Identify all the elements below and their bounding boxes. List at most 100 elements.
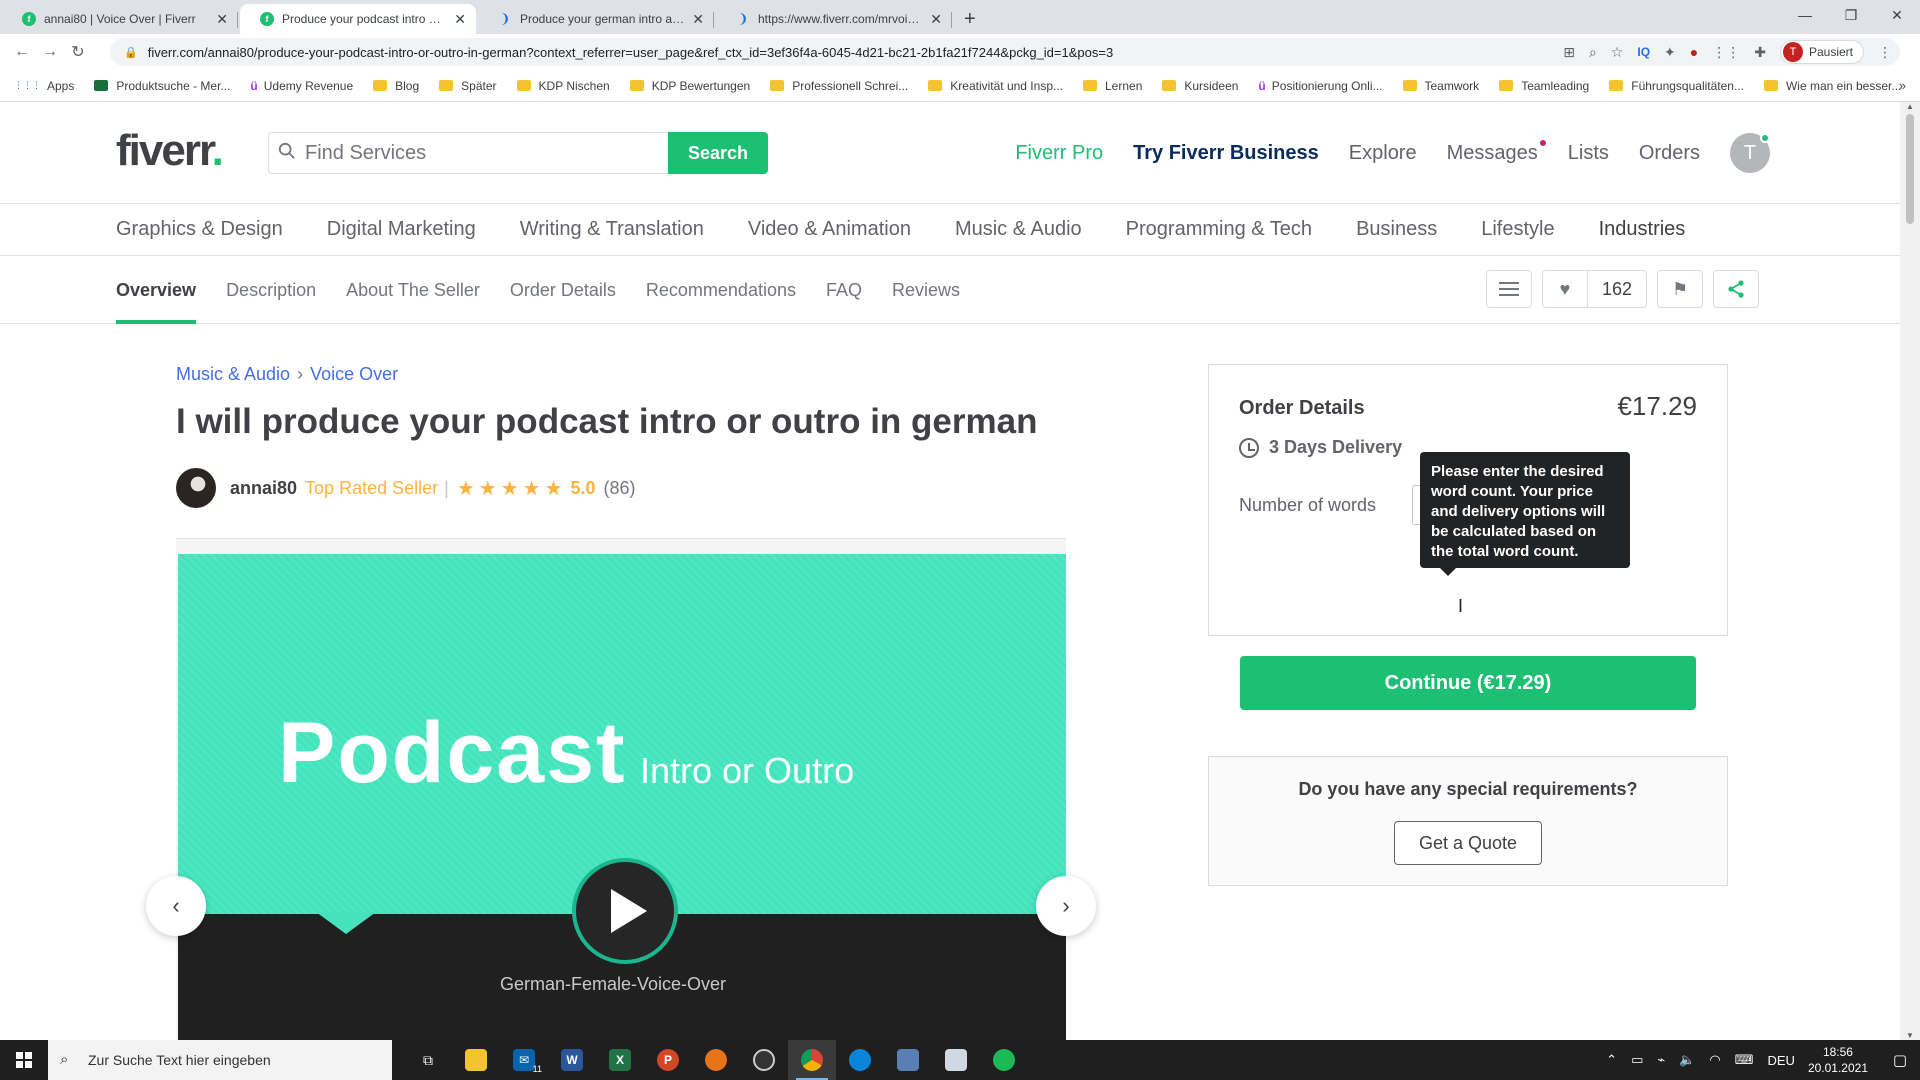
translate-icon[interactable]: ⊞ — [1563, 44, 1575, 61]
browser-tab-1[interactable]: f annai80 | Voice Over | Fiverr ✕ — [2, 4, 238, 34]
close-tab-icon[interactable]: ✕ — [930, 11, 942, 28]
new-tab-button[interactable]: + — [964, 4, 976, 34]
report-button[interactable]: ⚑ — [1657, 270, 1704, 308]
bookmark-item[interactable]: Teamwork — [1402, 79, 1479, 93]
notepad-button[interactable] — [932, 1040, 980, 1080]
chrome-button[interactable] — [788, 1040, 836, 1080]
seller-name[interactable]: annai80 — [230, 478, 297, 499]
extension-icon[interactable]: ✦ — [1664, 44, 1676, 61]
share-button[interactable] — [1713, 270, 1760, 308]
scroll-down-icon[interactable]: ▼ — [1900, 1031, 1920, 1040]
scroll-up-icon[interactable]: ▲ — [1900, 102, 1920, 111]
notification-icon[interactable]: ▢ — [1880, 1051, 1920, 1069]
lists-link[interactable]: Lists — [1568, 142, 1609, 165]
chevron-up-icon[interactable]: ⌃ — [1606, 1052, 1617, 1068]
url-text[interactable]: fiverr.com/annai80/produce-your-podcast-… — [148, 45, 1114, 60]
category-graphics-design[interactable]: Graphics & Design — [116, 218, 283, 241]
category-programming-tech[interactable]: Programming & Tech — [1126, 218, 1312, 241]
close-tab-icon[interactable]: ✕ — [454, 11, 466, 28]
bookmark-item[interactable]: ü Positionierung Onli... — [1258, 79, 1382, 93]
start-button[interactable] — [0, 1040, 48, 1080]
mail-button[interactable]: ✉ 11 — [500, 1040, 548, 1080]
search-input[interactable] — [268, 132, 668, 174]
bookmark-item[interactable]: Produktsuche - Mer... — [94, 79, 230, 93]
tab-about-the-seller[interactable]: About The Seller — [346, 256, 480, 324]
word-button[interactable]: W — [548, 1040, 596, 1080]
orders-link[interactable]: Orders — [1639, 142, 1700, 165]
collections-button[interactable] — [1486, 270, 1532, 308]
fiverr-business-link[interactable]: Try Fiverr Business — [1133, 142, 1319, 165]
taskbar-search[interactable]: ⌕ Zur Suche Text hier eingeben — [48, 1040, 392, 1080]
tab-order-details[interactable]: Order Details — [510, 256, 616, 324]
category-business[interactable]: Business — [1356, 218, 1437, 241]
app-button[interactable] — [692, 1040, 740, 1080]
explore-link[interactable]: Explore — [1349, 142, 1417, 165]
tab-reviews[interactable]: Reviews — [892, 256, 960, 324]
zoom-icon[interactable]: ⌕ — [1589, 44, 1597, 61]
bookmark-item[interactable]: ⋮⋮⋮ Apps — [14, 79, 74, 93]
file-explorer-button[interactable] — [452, 1040, 500, 1080]
spotify-button[interactable] — [980, 1040, 1028, 1080]
back-icon[interactable]: ← — [8, 43, 36, 61]
iq-extension-icon[interactable]: IQ — [1637, 45, 1650, 59]
browser-tab-2[interactable]: f Produce your podcast intro or outro ✕ — [240, 4, 476, 34]
tab-faq[interactable]: FAQ — [826, 256, 862, 324]
user-avatar[interactable]: T — [1730, 133, 1770, 173]
continue-button[interactable]: Continue (€17.29) — [1240, 656, 1696, 710]
close-tab-icon[interactable]: ✕ — [692, 11, 704, 28]
battery-icon[interactable]: ▭ — [1631, 1052, 1643, 1068]
category-video-animation[interactable]: Video & Animation — [748, 218, 911, 241]
bookmark-item[interactable]: KDP Bewertungen — [629, 79, 750, 93]
profile-button[interactable]: T Pausiert — [1779, 40, 1864, 64]
search-button[interactable]: Search — [668, 132, 768, 174]
category-writing-translation[interactable]: Writing & Translation — [520, 218, 704, 241]
bookmark-item[interactable]: Blog — [373, 79, 419, 93]
breadcrumb-subcategory[interactable]: Voice Over — [310, 364, 398, 384]
category-digital-marketing[interactable]: Digital Marketing — [327, 218, 476, 241]
gig-video-thumbnail[interactable]: Podcast Intro or Outro German-Female-Voi… — [178, 554, 1066, 1040]
reviews-count[interactable]: (86) — [604, 478, 636, 499]
page-scrollbar[interactable]: ▲ ▼ — [1900, 102, 1920, 1040]
category-music-audio[interactable]: Music & Audio — [955, 218, 1082, 241]
minimize-icon[interactable]: — — [1782, 0, 1828, 30]
get-quote-button[interactable]: Get a Quote — [1394, 821, 1542, 865]
task-view-button[interactable]: ⧉ — [404, 1040, 452, 1080]
seller-avatar[interactable] — [176, 468, 216, 508]
network-icon[interactable]: ⌁ — [1657, 1052, 1665, 1068]
bookmark-item[interactable]: Teamleading — [1499, 79, 1589, 93]
lock-icon[interactable]: 🔒 — [124, 46, 138, 59]
bookmark-item[interactable]: Lernen — [1083, 79, 1142, 93]
close-window-icon[interactable]: ✕ — [1874, 0, 1920, 30]
bookmark-item[interactable]: ü Udemy Revenue — [250, 79, 353, 93]
gallery-next-button[interactable]: › — [1036, 876, 1096, 936]
bookmarks-overflow-icon[interactable]: » — [1899, 78, 1906, 93]
menu-dots-icon[interactable]: ⋮ — [1878, 44, 1892, 61]
browser-tab-4[interactable]: ❩ https://www.fiverr.com/mrvoice/ ✕ — [716, 4, 952, 34]
bookmark-item[interactable]: Führungsqualitäten... — [1609, 79, 1744, 93]
fiverr-logo[interactable]: fiverr. — [116, 126, 224, 176]
puzzle-icon[interactable]: ✚ — [1754, 44, 1766, 61]
restore-icon[interactable]: ❐ — [1828, 0, 1874, 30]
system-clock[interactable]: 18:56 20.01.2021 — [1808, 1044, 1868, 1076]
tab-recommendations[interactable]: Recommendations — [646, 256, 796, 324]
keyboard-icon[interactable]: ⌨ — [1735, 1052, 1754, 1068]
tab-overview[interactable]: Overview — [116, 256, 197, 324]
obs-button[interactable] — [740, 1040, 788, 1080]
address-bar[interactable]: 🔒 fiverr.com/annai80/produce-your-podcas… — [110, 38, 1900, 66]
messages-link[interactable]: Messages — [1447, 139, 1546, 165]
bookmark-item[interactable]: KDP Nischen — [516, 79, 610, 93]
bookmark-item[interactable]: Kursideen — [1162, 79, 1238, 93]
app-window-button[interactable] — [884, 1040, 932, 1080]
bookmark-item[interactable]: Wie man ein besser... — [1763, 79, 1901, 93]
bookmark-item[interactable]: Später — [439, 79, 497, 93]
language-indicator[interactable]: DEU — [1767, 1053, 1794, 1068]
favorite-button[interactable]: ♥ — [1542, 270, 1588, 308]
wifi-icon[interactable]: ◠ — [1709, 1052, 1720, 1068]
apps-extension-icon[interactable]: ⋮⋮ — [1712, 44, 1740, 61]
play-video-button[interactable] — [572, 858, 678, 964]
edge-button[interactable] — [836, 1040, 884, 1080]
volume-icon[interactable]: 🔈 — [1679, 1052, 1695, 1068]
reload-icon[interactable]: ↻ — [64, 42, 92, 62]
breadcrumb-category[interactable]: Music & Audio — [176, 364, 290, 384]
bookmark-item[interactable]: Professionell Schrei... — [770, 79, 908, 93]
